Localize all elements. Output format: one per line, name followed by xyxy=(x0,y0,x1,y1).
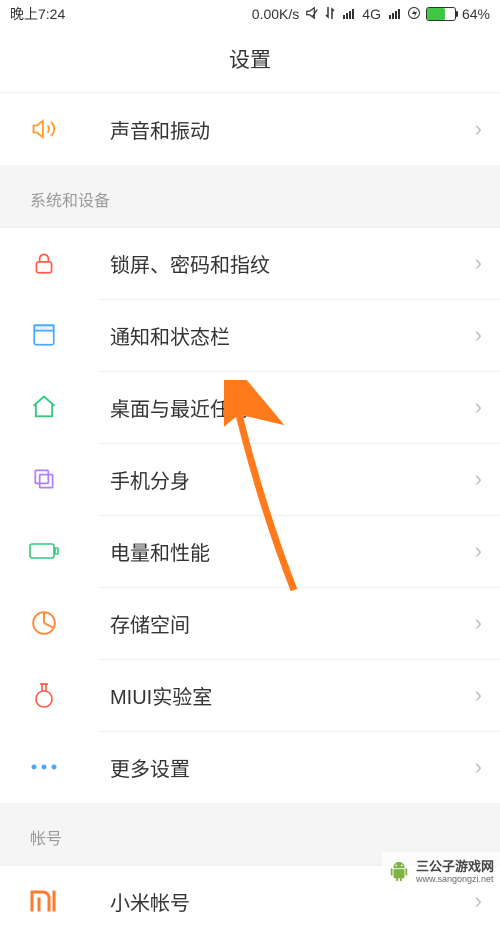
row-label: 桌面与最近任务 xyxy=(110,393,475,422)
network-label: 4G xyxy=(362,6,381,22)
battery-percent: 64% xyxy=(462,6,490,22)
settings-row-notification[interactable]: 通知和状态栏 › xyxy=(0,299,500,371)
chevron-right-icon: › xyxy=(475,682,482,708)
settings-row-lockscreen[interactable]: 锁屏、密码和指纹 › xyxy=(0,227,500,299)
watermark-brand: 三公子游戏网 xyxy=(416,856,494,875)
row-label: 手机分身 xyxy=(110,465,475,494)
row-label: 声音和振动 xyxy=(110,115,475,144)
row-label: 锁屏、密码和指纹 xyxy=(110,249,475,278)
section-title-system: 系统和设备 xyxy=(0,165,500,227)
signal-bars-2-icon xyxy=(389,9,400,19)
settings-row-storage[interactable]: 存储空间 › xyxy=(0,587,500,659)
lock-icon xyxy=(24,243,64,283)
status-time: 晚上7:24 xyxy=(10,4,65,24)
settings-row-sound[interactable]: 声音和振动 › xyxy=(0,93,500,165)
copy-icon xyxy=(24,459,64,499)
chevron-right-icon: › xyxy=(475,466,482,492)
home-icon xyxy=(24,387,64,427)
chevron-right-icon: › xyxy=(475,394,482,420)
flask-icon xyxy=(24,675,64,715)
row-label: 电量和性能 xyxy=(110,537,475,566)
settings-row-battery[interactable]: 电量和性能 › xyxy=(0,515,500,587)
chevron-right-icon: › xyxy=(475,754,482,780)
row-label: 小米帐号 xyxy=(110,887,475,916)
chevron-right-icon: › xyxy=(475,322,482,348)
watermark: 三公子游戏网 www.sangongzi.net xyxy=(382,852,500,889)
battery-outline-icon xyxy=(24,531,64,571)
settings-row-launcher[interactable]: 桌面与最近任务 › xyxy=(0,371,500,443)
status-speed: 0.00K/s xyxy=(252,6,299,22)
android-icon xyxy=(388,860,410,882)
chevron-right-icon: › xyxy=(475,250,482,276)
chevron-right-icon: › xyxy=(475,116,482,142)
battery-icon xyxy=(426,7,456,21)
settings-row-more[interactable]: 更多设置 › xyxy=(0,731,500,803)
sound-icon xyxy=(24,109,64,149)
chevron-right-icon: › xyxy=(475,610,482,636)
row-label: 更多设置 xyxy=(110,753,475,782)
chevron-right-icon: › xyxy=(475,538,482,564)
page-title: 设置 xyxy=(0,28,500,93)
settings-row-second-space[interactable]: 手机分身 › xyxy=(0,443,500,515)
row-label: 通知和状态栏 xyxy=(110,321,475,350)
charge-icon xyxy=(408,6,420,23)
mute-icon xyxy=(305,6,319,23)
mi-logo-icon xyxy=(24,881,64,921)
data-icon xyxy=(325,6,335,23)
settings-row-miui-lab[interactable]: MIUI实验室 › xyxy=(0,659,500,731)
row-label: 存储空间 xyxy=(110,609,475,638)
status-bar: 晚上7:24 0.00K/s 4G 64% xyxy=(0,0,500,28)
signal-bars-icon xyxy=(343,9,354,19)
more-icon xyxy=(24,747,64,787)
notification-icon xyxy=(24,315,64,355)
row-label: MIUI实验室 xyxy=(110,681,475,710)
watermark-url: www.sangongzi.net xyxy=(416,875,494,885)
storage-icon xyxy=(24,603,64,643)
chevron-right-icon: › xyxy=(475,888,482,914)
